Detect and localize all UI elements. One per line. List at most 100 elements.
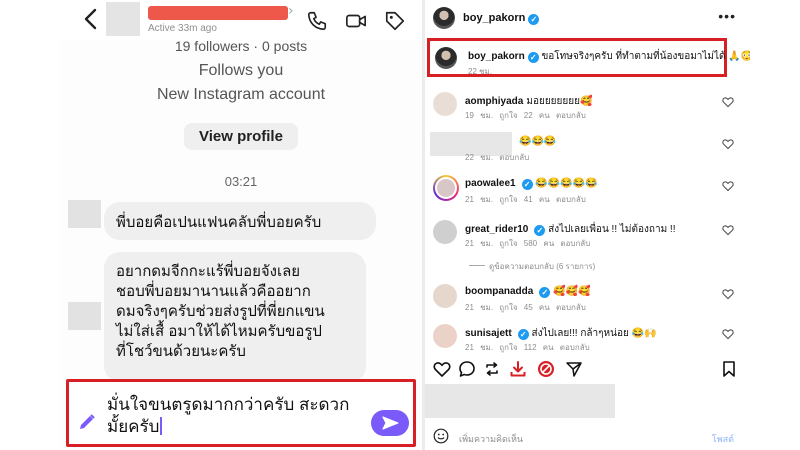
commenter-avatar[interactable] bbox=[433, 92, 457, 116]
comment-line: paowalee1 ✓ 😂😂😂😂😂 bbox=[465, 178, 598, 190]
sender-avatar-redacted bbox=[68, 200, 101, 228]
contact-active-status: Active 33m ago bbox=[148, 23, 217, 34]
post-action-bar bbox=[425, 356, 750, 384]
verified-badge-icon: ✓ bbox=[539, 287, 551, 298]
heart-icon[interactable] bbox=[722, 288, 734, 300]
verified-badge-icon: ✓ bbox=[528, 14, 540, 25]
add-comment-input[interactable]: เพิ่มความคิดเห็น bbox=[459, 432, 523, 446]
commenter-avatar[interactable] bbox=[433, 324, 457, 348]
message-time-divider: 03:21 bbox=[224, 174, 258, 189]
caption-text: ขอโทษจริงๆครับ ที่ทำตามที่น้องขอมาไม่ได้… bbox=[541, 51, 750, 62]
dm-header: › Active 33m ago bbox=[60, 0, 422, 40]
message-line: อยากดมจีกกะแร้พี่บอยจังเลย bbox=[116, 263, 301, 280]
caption-username[interactable]: boy_pakorn bbox=[468, 51, 525, 62]
verified-badge-icon: ✓ bbox=[534, 225, 546, 236]
tag-icon[interactable] bbox=[384, 10, 406, 32]
repost-icon[interactable] bbox=[483, 360, 501, 378]
comment-bubble-icon[interactable] bbox=[458, 360, 476, 378]
send-button[interactable] bbox=[371, 410, 409, 436]
comment-text: ส่งไปเลย!!! กล้าๆหน่อย 😂🙌 bbox=[531, 328, 657, 339]
phone-call-icon[interactable] bbox=[306, 10, 328, 32]
sender-avatar-redacted bbox=[68, 302, 101, 330]
view-replies-link[interactable]: ดูข้อความตอบกลับ (6 รายการ) bbox=[469, 260, 595, 273]
commenter-avatar bbox=[435, 177, 457, 199]
commenter-avatar-story-ring[interactable] bbox=[433, 175, 459, 201]
like-heart-icon[interactable] bbox=[433, 360, 451, 378]
commenter-avatar[interactable] bbox=[433, 284, 457, 308]
contact-name-redacted[interactable] bbox=[148, 6, 288, 20]
author-username-text: boy_pakorn bbox=[463, 12, 526, 24]
caption-author-avatar[interactable] bbox=[435, 47, 457, 69]
commenter-username[interactable]: sunisajett bbox=[465, 328, 512, 339]
comment-line: 😂😂😂 bbox=[519, 136, 556, 147]
commenter-username[interactable]: boompanadda bbox=[465, 286, 533, 297]
screenshot-collage: › Active 33m ago 19 followers · 0 posts … bbox=[0, 0, 800, 450]
heart-icon[interactable] bbox=[722, 138, 734, 150]
comment-row: great_rider10 ✓ ส่งไปเลยเพื่อน !! ไม่ต้อง… bbox=[425, 218, 750, 256]
composer-line: มั่นใจขนตรูดมากกว่าครับ สะดวก bbox=[107, 395, 350, 414]
message-bubble[interactable]: อยากดมจีกกะแร้พี่บอยจังเลย ชอบพี่บอยมานา… bbox=[104, 252, 366, 382]
comment-line: aomphiyada มอยยยยยยย🥰 bbox=[465, 94, 592, 109]
post-header: boy_pakorn ✓ ••• bbox=[425, 0, 750, 36]
bookmark-icon[interactable] bbox=[720, 360, 738, 378]
commenter-username[interactable]: great_rider10 bbox=[465, 224, 528, 235]
more-options-icon[interactable]: ••• bbox=[718, 8, 736, 24]
comment-text: มอยยยยยยย🥰 bbox=[526, 96, 593, 107]
caption-highlight: boy_pakorn ✓ ขอโทษจริงๆครับ ที่ทำตามที่น้… bbox=[427, 38, 750, 77]
author-username[interactable]: boy_pakorn ✓ bbox=[463, 12, 540, 25]
heart-icon[interactable] bbox=[722, 180, 734, 192]
followers-posts-count: 19 followers · 0 posts bbox=[174, 38, 308, 54]
follows-you-label: Follows you bbox=[198, 62, 284, 79]
comment-text: 😂😂😂😂😂 bbox=[535, 178, 598, 189]
message-input[interactable]: มั่นใจขนตรูดมากกว่าครับ สะดวก มั้ยครับ bbox=[107, 394, 367, 438]
edit-pen-icon[interactable] bbox=[77, 412, 97, 432]
view-profile-button[interactable]: View profile bbox=[184, 123, 298, 150]
block-download-icon[interactable] bbox=[537, 360, 555, 378]
message-line: ชอบพี่บอยมานานแล้วคืออยาก bbox=[116, 283, 311, 300]
dm-thread-pane: › Active 33m ago 19 followers · 0 posts … bbox=[60, 0, 422, 450]
contact-avatar-redacted[interactable] bbox=[106, 2, 140, 36]
commenter-username[interactable]: aomphiyada bbox=[465, 96, 523, 107]
commenter-avatar[interactable] bbox=[433, 220, 457, 244]
message-line: ไม่ใส่เสื้ อมาให้ได้ไหมครับขอรูป bbox=[116, 323, 322, 340]
chevron-right-icon: › bbox=[288, 3, 294, 19]
post-comment-button[interactable]: โพสต์ bbox=[712, 432, 734, 446]
add-comment-bar: เพิ่มความคิดเห็น โพสต์ bbox=[425, 422, 750, 450]
comment-row: 😂😂😂 22 ชม. ตอบกลับ bbox=[425, 132, 750, 170]
message-composer-highlight[interactable]: มั่นใจขนตรูดมากกว่าครับ สะดวก มั้ยครับ bbox=[66, 379, 416, 447]
comment-text: 😂😂😂 bbox=[519, 136, 557, 147]
composer-line-text: มั้ยครับ bbox=[107, 417, 160, 436]
composer-line-last: มั้ยครับ bbox=[107, 416, 367, 438]
caption-time: 22 ชม. bbox=[468, 67, 493, 76]
heart-icon[interactable] bbox=[722, 96, 734, 108]
share-send-icon[interactable] bbox=[565, 360, 583, 378]
comment-row: boompanadda ✓ 🥰🥰🥰 21 ชม. ถูกใจ 45 คน ตอบก… bbox=[425, 282, 750, 320]
emoji-icon[interactable] bbox=[433, 428, 449, 444]
comment-meta: 21 ชม. ถูกใจ 45 คน ตอบกลับ bbox=[465, 303, 586, 312]
back-arrow-icon[interactable] bbox=[82, 8, 100, 30]
new-account-label: New Instagram account bbox=[156, 86, 326, 103]
download-icon[interactable] bbox=[509, 360, 527, 378]
comment-line: sunisajett ✓ ส่งไปเลย!!! กล้าๆหน่อย 😂🙌 bbox=[465, 326, 657, 341]
verified-badge-icon: ✓ bbox=[521, 179, 533, 190]
message-bubble[interactable]: พี่บอยคือเปนแฟนคลับพี่บอยครับ bbox=[104, 202, 376, 240]
heart-icon[interactable] bbox=[722, 328, 734, 340]
commenter-username[interactable]: paowalee1 bbox=[465, 178, 516, 189]
verified-badge-icon: ✓ bbox=[527, 52, 539, 63]
comment-meta: 22 ชม. ตอบกลับ bbox=[465, 153, 530, 162]
comment-line: great_rider10 ✓ ส่งไปเลยเพื่อน !! ไม่ต้อง… bbox=[465, 222, 676, 237]
comment-text: ส่งไปเลยเพื่อน !! ไม่ต้องถาม !! bbox=[548, 224, 676, 235]
comment-text: 🥰🥰🥰 bbox=[553, 286, 591, 297]
author-avatar[interactable] bbox=[433, 7, 455, 29]
comment-meta: 21 ชม. ถูกใจ 580 คน ตอบกลับ bbox=[465, 239, 591, 248]
comment-line: boompanadda ✓ 🥰🥰🥰 bbox=[465, 286, 590, 298]
send-icon bbox=[382, 416, 399, 430]
message-line: ที่โชว์ขนด้วยนะครับ bbox=[116, 343, 246, 360]
redacted-likes-area bbox=[425, 384, 615, 418]
verified-badge-icon: ✓ bbox=[517, 329, 529, 340]
view-replies-text: ดูข้อความตอบกลับ (6 รายการ) bbox=[489, 262, 596, 271]
video-call-icon[interactable] bbox=[345, 10, 367, 32]
heart-icon[interactable] bbox=[722, 224, 734, 236]
message-text: พี่บอยคือเปนแฟนคลับพี่บอยครับ bbox=[116, 214, 322, 231]
comment-meta: 19 ชม. ถูกใจ 22 คน ตอบกลับ bbox=[465, 111, 586, 120]
